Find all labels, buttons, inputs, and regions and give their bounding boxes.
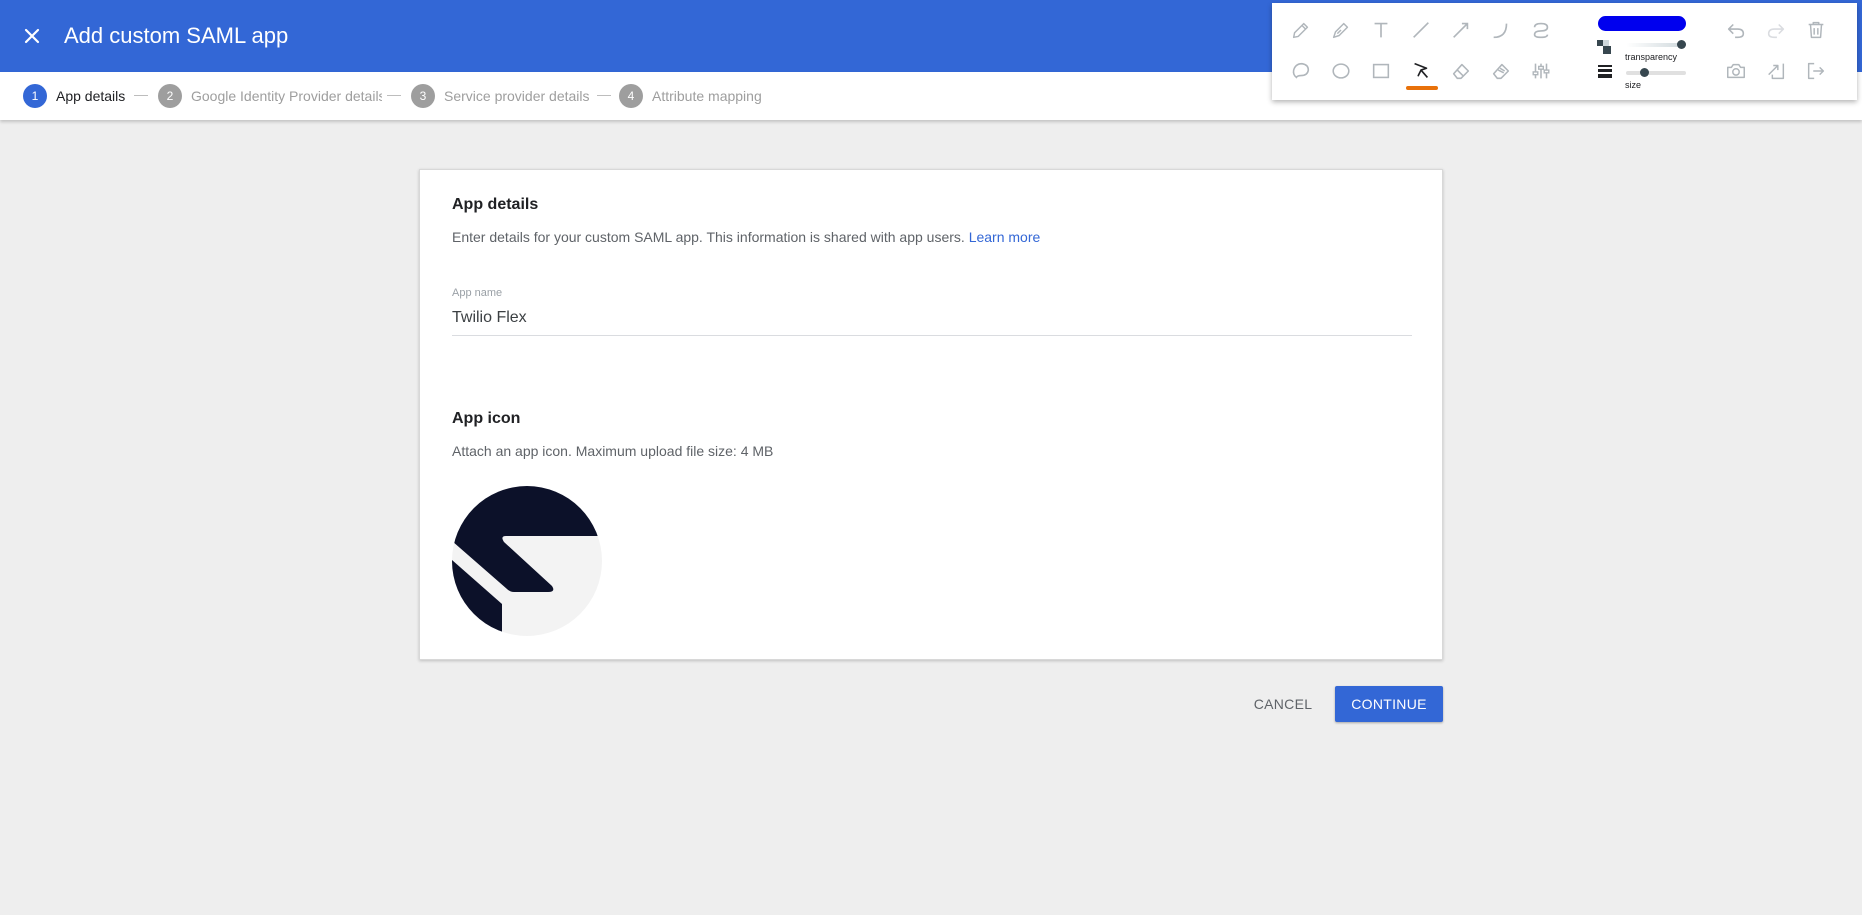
step-service-provider-details[interactable]: 3 Service provider details — [411, 84, 590, 108]
step-number: 4 — [619, 84, 643, 108]
app-details-title: App details — [452, 196, 539, 213]
transparency-icon — [1597, 40, 1611, 54]
learn-more-link[interactable]: Learn more — [969, 229, 1041, 245]
size-slider-knob[interactable] — [1640, 68, 1649, 77]
transparency-slider-knob[interactable] — [1677, 40, 1686, 49]
settings-sliders-icon[interactable] — [1527, 57, 1555, 85]
line-icon[interactable] — [1407, 16, 1435, 44]
step-separator — [387, 95, 401, 96]
step-label: Service provider details — [444, 88, 590, 104]
curve-icon[interactable] — [1487, 16, 1515, 44]
step-number: 1 — [23, 84, 47, 108]
step-separator — [134, 95, 148, 96]
step-app-details[interactable]: 1 App details — [23, 84, 125, 108]
step-label: Attribute mapping — [652, 88, 762, 104]
app-details-card: App details Enter details for your custo… — [419, 169, 1443, 660]
app-icon-title: App icon — [452, 410, 521, 427]
squiggle-icon[interactable] — [1527, 16, 1555, 44]
camera-icon[interactable] — [1722, 57, 1750, 85]
arrow-icon[interactable] — [1447, 16, 1475, 44]
pen-icon[interactable] — [1327, 16, 1355, 44]
page-title: Add custom SAML app — [64, 23, 289, 48]
app-icon-image[interactable] — [452, 486, 602, 636]
app-name-input[interactable] — [452, 300, 1412, 336]
step-attribute-mapping[interactable]: 4 Attribute mapping — [619, 84, 762, 108]
step-label: Google Identity Provider details — [191, 88, 382, 104]
rectangle-icon[interactable] — [1367, 57, 1395, 85]
app-name-label: App name — [452, 287, 503, 299]
undo-icon[interactable] — [1722, 16, 1750, 44]
eraser-icon[interactable] — [1447, 57, 1475, 85]
color-swatch[interactable] — [1598, 16, 1686, 31]
size-slider[interactable] — [1626, 71, 1686, 75]
step-number: 2 — [158, 84, 182, 108]
lasso-icon[interactable] — [1287, 57, 1315, 85]
active-tool-indicator — [1406, 86, 1438, 90]
cancel-button[interactable]: CANCEL — [1241, 686, 1325, 722]
continue-button[interactable]: CONTINUE — [1335, 686, 1443, 722]
exit-icon[interactable] — [1802, 57, 1830, 85]
pencil-icon[interactable] — [1287, 16, 1315, 44]
step-label: App details — [56, 88, 126, 104]
clear-marker-icon[interactable] — [1487, 57, 1515, 85]
trash-icon[interactable] — [1802, 16, 1830, 44]
step-number: 3 — [411, 84, 435, 108]
step-google-idp-details[interactable]: 2 Google Identity Provider details — [158, 84, 382, 108]
select-cursor-icon[interactable] — [1407, 57, 1435, 85]
close-icon[interactable] — [20, 24, 44, 48]
step-separator — [597, 95, 611, 96]
size-label: size — [1625, 80, 1642, 90]
text-icon[interactable] — [1367, 16, 1395, 44]
size-icon — [1598, 64, 1612, 78]
redo-icon[interactable] — [1762, 16, 1790, 44]
app-icon-description: Attach an app icon. Maximum upload file … — [452, 443, 774, 459]
share-icon[interactable] — [1762, 57, 1790, 85]
transparency-label: transparency — [1625, 52, 1678, 62]
app-details-description: Enter details for your custom SAML app. … — [452, 229, 1040, 245]
ellipse-icon[interactable] — [1327, 57, 1355, 85]
description-text: Enter details for your custom SAML app. … — [452, 229, 965, 245]
